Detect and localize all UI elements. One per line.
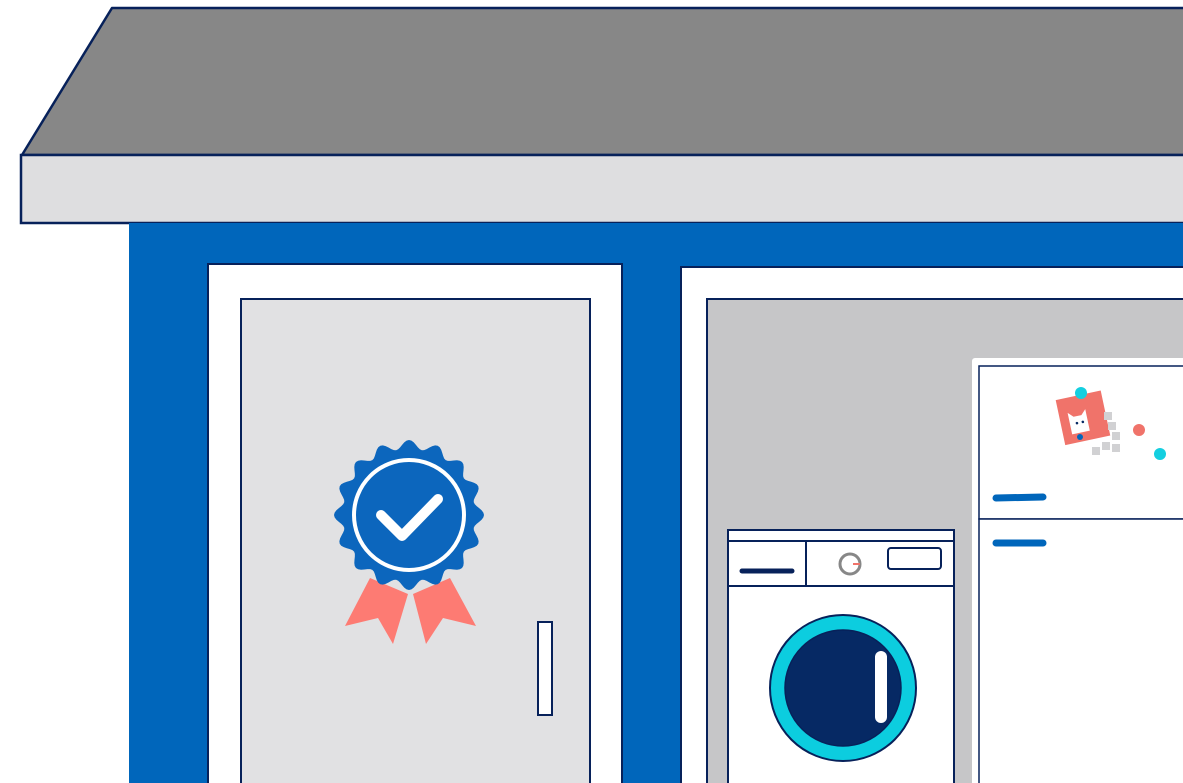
badge-scallop <box>334 440 484 590</box>
roof-fascia <box>19 153 1183 225</box>
washer-door-handle[interactable] <box>875 651 887 723</box>
red-dot-magnet <box>1133 424 1145 436</box>
roof <box>19 6 1183 225</box>
illustration-scene <box>19 6 1183 783</box>
door[interactable] <box>207 263 623 783</box>
roof-top <box>20 6 1183 157</box>
refrigerator <box>972 358 1183 783</box>
door-handle[interactable] <box>537 621 553 716</box>
fridge-main-door[interactable] <box>978 518 1183 783</box>
washer-display <box>887 547 942 570</box>
washing-machine <box>727 529 955 783</box>
cyan-dot-magnet <box>1154 448 1166 460</box>
freezer-handle[interactable] <box>992 493 1047 502</box>
dial-knob-icon[interactable] <box>838 552 862 576</box>
